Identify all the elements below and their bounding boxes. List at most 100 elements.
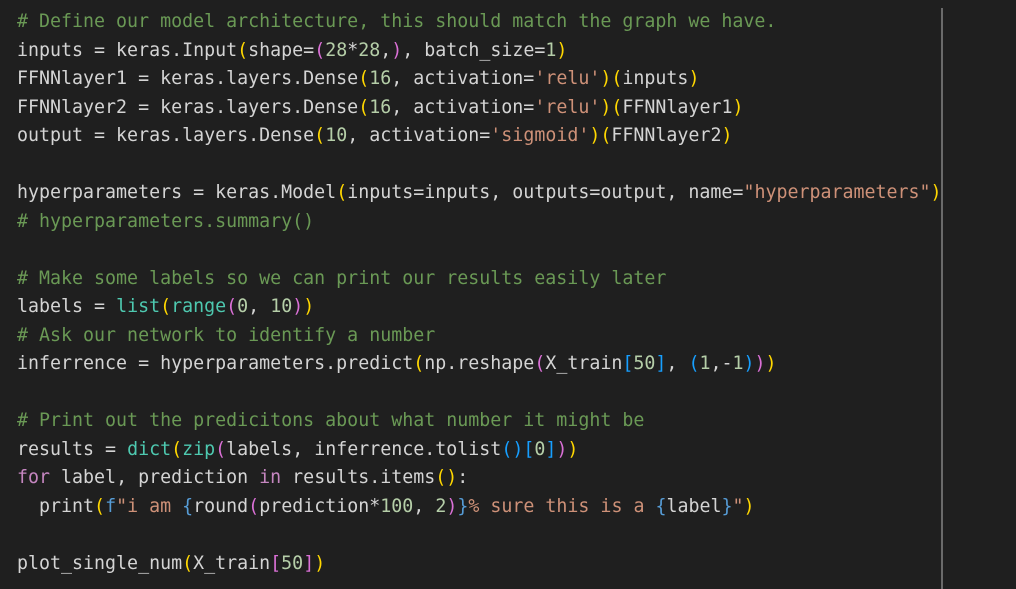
code-token: ( <box>688 353 700 374</box>
code-token: 2 <box>435 495 447 517</box>
code-token: [ <box>270 552 282 574</box>
code-line[interactable]: FFNNlayer1 = keras.layers.Dense (16, acti… <box>17 65 942 94</box>
code-token: 28 <box>325 39 348 61</box>
code-token: ) <box>292 296 304 317</box>
code-token: } <box>457 495 469 517</box>
code-token: inputs <box>622 68 689 89</box>
code-token: * <box>347 39 359 61</box>
code-token: % sure this is a <box>468 495 656 517</box>
code-line[interactable]: output = keras.layers.Dense(10, activati… <box>17 122 942 151</box>
code-line[interactable]: inputs = keras.Input(shape=(28*28,), bat… <box>17 37 942 66</box>
code-line[interactable]: # Ask our network to identify a number <box>17 322 942 351</box>
code-token: ) <box>754 353 766 374</box>
code-token: results = <box>17 438 128 460</box>
code-token: ( <box>248 495 260 517</box>
code-token: ( <box>413 353 425 374</box>
code-token: inferrence = hyperparameters.predict <box>17 353 414 374</box>
code-token: ) <box>446 495 458 517</box>
code-token: # Make some labels so we can print our r… <box>17 267 667 289</box>
code-token: ( <box>611 68 623 89</box>
code-token: () <box>501 438 524 460</box>
code-line[interactable]: print(f"i am {round(prediction*100, 2)}%… <box>17 493 942 522</box>
code-token: ] <box>655 353 667 374</box>
code-line[interactable]: labels = list(range(0, 10)) <box>17 293 942 322</box>
code-token: ( <box>314 39 326 61</box>
code-token: 'relu' <box>534 68 601 89</box>
code-token: { <box>655 495 667 517</box>
code-token: ,- <box>710 353 733 374</box>
code-token: "hyperparameters" <box>743 182 931 203</box>
code-token: ( <box>611 96 623 118</box>
code-line[interactable] <box>17 521 942 550</box>
code-line[interactable]: FFNNlayer2 = keras.layers.Dense(16, acti… <box>17 94 942 123</box>
code-token: labels, inferrence.tolist <box>226 438 502 460</box>
code-token: ( <box>237 39 249 61</box>
code-token: X_train <box>545 353 623 374</box>
code-token: ) <box>589 125 601 146</box>
code-token: ( <box>600 125 612 146</box>
code-line[interactable]: plot_single_num(X_train[50]) <box>17 550 942 579</box>
code-token: FFNNlayer1 <box>622 96 733 118</box>
code-line[interactable] <box>17 151 942 180</box>
code-token: ) <box>391 39 403 61</box>
code-token: labels = <box>17 296 117 317</box>
code-token: FFNNlayer1 = keras.layers.Dense <box>17 68 359 89</box>
code-token: round <box>193 495 249 517</box>
code-token: , activation= <box>347 125 491 146</box>
code-token: list <box>116 296 161 317</box>
code-token: zip <box>182 438 216 460</box>
code-token: # Ask our network to identify a number <box>17 324 436 346</box>
code-token: , <box>666 353 689 374</box>
code-token: prediction* <box>259 495 381 517</box>
code-line[interactable]: # hyperparameters.summary() <box>17 208 942 237</box>
code-token: , <box>380 39 392 61</box>
code-token: ) <box>600 68 612 89</box>
code-token: : <box>457 467 469 488</box>
code-token: results.items <box>281 467 436 488</box>
code-token: 28 <box>358 39 381 61</box>
code-line[interactable]: inferrence = hyperparameters.predict(np.… <box>17 350 942 379</box>
code-token: # Define our model architecture, this sh… <box>17 11 777 32</box>
code-line[interactable]: results = dict(zip(labels, inferrence.to… <box>17 436 942 465</box>
code-token: 50 <box>281 552 304 574</box>
code-line[interactable]: # Make some labels so we can print our r… <box>17 265 942 294</box>
code-token: X_train <box>193 552 271 574</box>
code-token: shape= <box>248 39 315 61</box>
code-token: ( <box>534 353 546 374</box>
code-token: 1 <box>545 39 557 61</box>
code-token: [ <box>622 353 634 374</box>
code-token: label, prediction <box>50 467 260 488</box>
code-token: } <box>721 495 733 517</box>
code-token: ( <box>314 125 326 146</box>
code-token: ] <box>303 552 315 574</box>
code-token: , <box>413 495 436 517</box>
code-token: 1 <box>732 353 744 374</box>
code-token: 16 <box>369 68 392 89</box>
code-token: in <box>259 467 282 488</box>
code-token: 0 <box>237 296 249 317</box>
code-token: output = keras.layers.Dense <box>17 125 315 146</box>
code-token: ) <box>765 353 777 374</box>
code-token: ) <box>303 296 315 317</box>
code-token: ( <box>182 552 194 574</box>
code-line[interactable]: # Print out the predicitons about what n… <box>17 407 942 436</box>
code-token: , activation= <box>391 68 535 89</box>
code-line[interactable] <box>17 379 942 408</box>
code-token: 10 <box>270 296 293 317</box>
code-token: 10 <box>325 125 348 146</box>
code-line[interactable]: # Define our model architecture, this sh… <box>17 8 942 37</box>
code-token: ( <box>171 438 183 460</box>
code-token: 'sigmoid' <box>490 125 590 146</box>
code-line[interactable]: for label, prediction in results.items()… <box>17 464 942 493</box>
code-token: ) <box>732 96 744 118</box>
code-token: [ <box>523 438 535 460</box>
code-editor[interactable]: # Define our model architecture, this sh… <box>0 0 1016 589</box>
code-token: ) <box>930 182 942 203</box>
code-line[interactable] <box>17 236 942 265</box>
code-block[interactable]: # Define our model architecture, this sh… <box>17 8 942 578</box>
code-token: label <box>666 495 722 517</box>
code-line[interactable]: hyperparameters = keras.Model(inputs=inp… <box>17 179 942 208</box>
code-token: FFNNlayer2 = keras.layers.Dense <box>17 96 359 118</box>
code-token: FFNNlayer2 <box>611 125 722 146</box>
code-token: , batch_size= <box>402 39 546 61</box>
